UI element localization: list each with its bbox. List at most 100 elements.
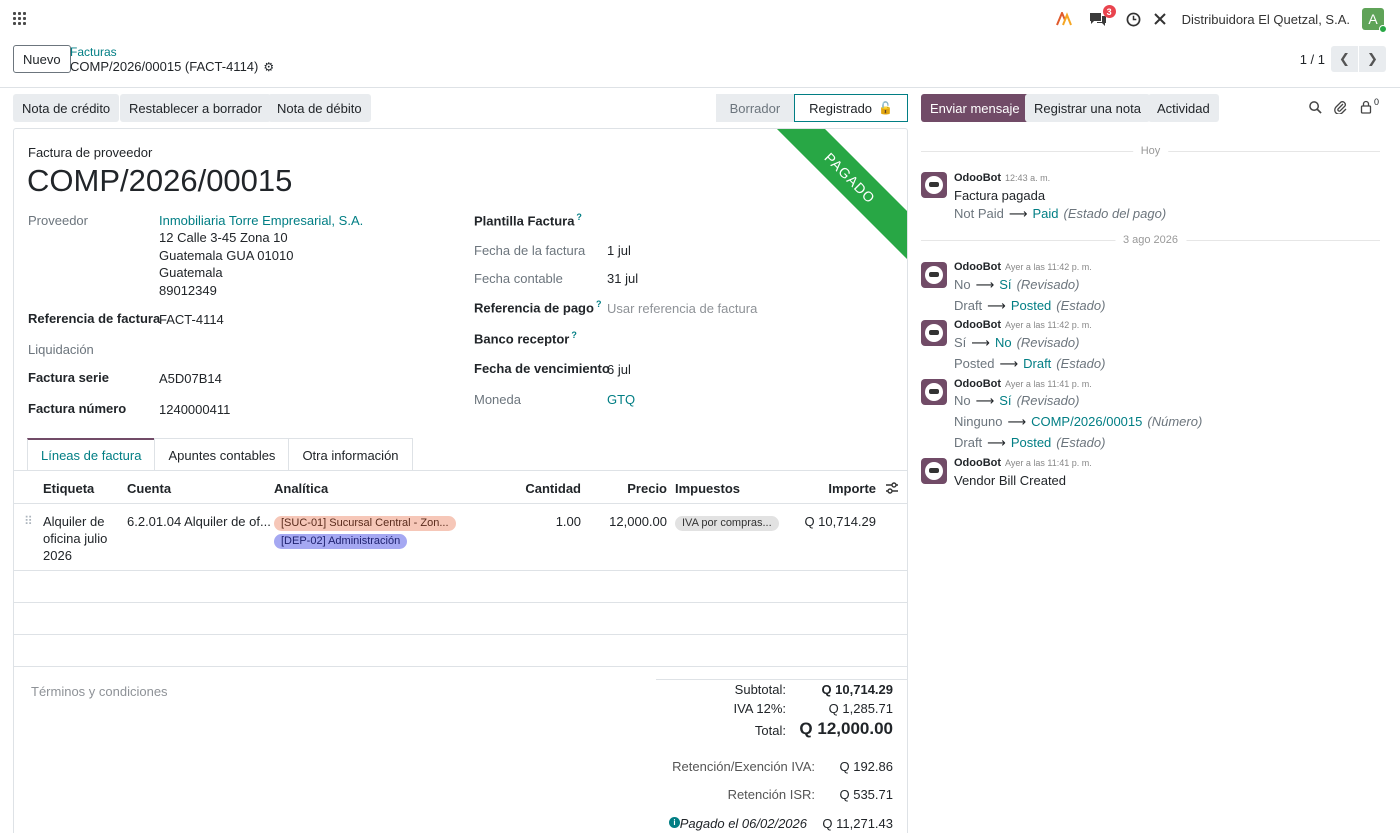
due-date-value[interactable]: 6 jul xyxy=(607,362,631,377)
col-analytic[interactable]: Analítica xyxy=(274,481,328,496)
reset-to-draft-button[interactable]: Restablecer a borrador xyxy=(120,94,271,122)
tracking-line: Draft ⟶ Posted (Estado) xyxy=(954,298,1105,314)
tab-invoice-lines[interactable]: Líneas de factura xyxy=(27,438,156,471)
invoice-ref-value[interactable]: FACT-4114 xyxy=(159,312,224,327)
vendor-label: Proveedor xyxy=(28,213,88,228)
chat-icon[interactable]: 3 xyxy=(1086,5,1116,31)
col-amount[interactable]: Importe xyxy=(804,481,876,496)
tab-journal-items[interactable]: Apuntes contables xyxy=(154,438,290,471)
currency-value[interactable]: GTQ xyxy=(607,392,635,407)
followers-count: 0 xyxy=(1374,97,1380,107)
pager-next-button[interactable]: ❯ xyxy=(1359,46,1386,72)
apps-menu-icon[interactable] xyxy=(13,12,26,25)
line-account[interactable]: 6.2.01.04 Alquiler de of... xyxy=(127,514,271,529)
help-icon[interactable]: ? xyxy=(571,330,577,340)
pager-previous-button[interactable]: ❮ xyxy=(1331,46,1358,72)
search-icon[interactable] xyxy=(1309,101,1322,117)
line-label[interactable]: Alquiler de xyxy=(43,514,104,529)
optional-columns-icon[interactable] xyxy=(885,481,899,498)
ai-icon[interactable] xyxy=(1052,7,1076,31)
log-note-button[interactable]: Registrar una nota xyxy=(1025,94,1150,122)
tracking-line: Ninguno ⟶ COMP/2026/00015 (Número) xyxy=(954,414,1202,430)
row-divider xyxy=(14,602,907,603)
debit-note-button[interactable]: Nota de débito xyxy=(268,94,371,122)
tracking-line: Sí ⟶ No (Revisado) xyxy=(954,335,1079,351)
table-row[interactable]: ⠿ Alquiler de oficina julio 2026 6.2.01.… xyxy=(14,504,907,570)
tax-tag[interactable]: IVA por compras... xyxy=(675,516,779,531)
message-author[interactable]: OdooBot Ayer a las 11:41 p. m. xyxy=(954,378,1092,390)
odoobot-avatar xyxy=(921,458,947,484)
send-message-button[interactable]: Enviar mensaje xyxy=(921,94,1029,122)
tracking-line: No ⟶ Sí (Revisado) xyxy=(954,277,1079,293)
invoice-date-value[interactable]: 1 jul xyxy=(607,243,631,258)
credit-note-button[interactable]: Nota de crédito xyxy=(13,94,120,122)
tracking-new-value[interactable]: COMP/2026/00015 xyxy=(1031,414,1142,429)
col-taxes[interactable]: Impuestos xyxy=(675,481,740,496)
vendor-link[interactable]: Inmobiliaria Torre Empresarial, S.A. xyxy=(159,213,363,228)
arrow-right-icon: ⟶ xyxy=(975,277,995,292)
terms-input[interactable]: Términos y condiciones xyxy=(31,684,168,699)
tracking-field: (Estado) xyxy=(1056,356,1106,371)
breadcrumb-current-label: COMP/2026/00015 (FACT-4114) xyxy=(70,59,259,74)
receiving-bank-text: Banco receptor xyxy=(474,331,570,347)
col-account[interactable]: Cuenta xyxy=(127,481,171,496)
pager-value[interactable]: 1 / 1 xyxy=(1300,52,1325,67)
invoice-series-value[interactable]: A5D07B14 xyxy=(159,371,222,386)
line-label[interactable]: oficina julio xyxy=(43,531,107,546)
paperclip-icon[interactable] xyxy=(1334,100,1347,117)
message-author[interactable]: OdooBot Ayer a las 11:41 p. m. xyxy=(954,457,1092,469)
message-author[interactable]: OdooBot Ayer a las 11:42 p. m. xyxy=(954,319,1092,331)
tab-other-info[interactable]: Otra información xyxy=(288,438,413,471)
user-avatar[interactable]: A xyxy=(1362,8,1387,33)
accounting-date-value[interactable]: 31 jul xyxy=(607,271,638,286)
help-icon[interactable]: ? xyxy=(576,212,582,222)
payment-ref-label: Referencia de pago? xyxy=(474,299,601,315)
tracking-old-value: Not Paid xyxy=(954,206,1004,221)
clock-icon[interactable] xyxy=(1122,7,1146,31)
col-label[interactable]: Etiqueta xyxy=(43,481,94,496)
message-author[interactable]: OdooBot Ayer a las 11:42 p. m. xyxy=(954,261,1092,273)
row-divider xyxy=(14,570,907,571)
debug-tools-icon[interactable] xyxy=(1148,7,1172,31)
analytic-tag[interactable]: [DEP-02] Administración xyxy=(274,534,408,549)
pager: 1 / 1 ❮ ❯ xyxy=(1300,46,1386,72)
col-quantity[interactable]: Cantidad xyxy=(514,481,581,496)
activity-button[interactable]: Actividad xyxy=(1148,94,1219,122)
vendor-address-line: Guatemala GUA 01010 xyxy=(159,248,294,263)
col-price[interactable]: Precio xyxy=(604,481,667,496)
line-quantity[interactable]: 1.00 xyxy=(514,514,581,529)
line-label[interactable]: 2026 xyxy=(43,548,72,563)
row-divider xyxy=(14,634,907,635)
tracking-old-value: Posted xyxy=(954,356,995,371)
tracking-line: Posted ⟶ Draft (Estado) xyxy=(954,356,1105,372)
step-draft-label: Borrador xyxy=(729,100,781,116)
step-draft[interactable]: Borrador xyxy=(715,94,795,122)
new-button[interactable]: Nuevo xyxy=(13,45,71,73)
breadcrumb-parent[interactable]: Facturas xyxy=(70,45,117,59)
invoice-number-value[interactable]: 1240000411 xyxy=(159,402,230,417)
line-amount: Q 10,714.29 xyxy=(804,514,876,529)
date-separator: Hoy xyxy=(921,145,1380,157)
step-posted[interactable]: Registrado 🔓 xyxy=(794,94,908,122)
invoice-date-label: Fecha de la factura xyxy=(474,243,586,258)
status-bar: Nota de crédito Restablecer a borrador N… xyxy=(13,94,908,122)
accounting-date-label: Fecha contable xyxy=(474,271,563,286)
line-price[interactable]: 12,000.00 xyxy=(594,514,667,529)
step-posted-label: Registrado xyxy=(809,100,873,116)
analytic-tag[interactable]: [SUC-01] Sucursal Central - Zon... xyxy=(274,516,456,531)
tracking-new-value: Sí xyxy=(999,393,1012,408)
payment-ref-input[interactable]: Usar referencia de factura xyxy=(607,301,757,316)
company-name[interactable]: Distribuidora El Quetzal, S.A. xyxy=(1182,12,1350,27)
message-author[interactable]: OdooBot 12:43 a. m. xyxy=(954,172,1050,184)
date-separator-label: Hoy xyxy=(1132,145,1169,157)
paid-ribbon: PAGADO xyxy=(763,129,907,265)
paid-value: Q 11,271.43 xyxy=(822,816,893,831)
invoice-ref-label: Referencia de factura xyxy=(28,311,161,326)
help-icon[interactable]: ? xyxy=(596,299,602,309)
tracking-old-value: No xyxy=(954,393,971,408)
drag-handle-icon[interactable]: ⠿ xyxy=(24,514,33,528)
total-label: Total: xyxy=(754,723,786,738)
gear-icon[interactable]: ⚙ xyxy=(263,60,274,74)
followers-icon[interactable] xyxy=(1360,100,1372,117)
arrow-right-icon: ⟶ xyxy=(1008,206,1028,221)
